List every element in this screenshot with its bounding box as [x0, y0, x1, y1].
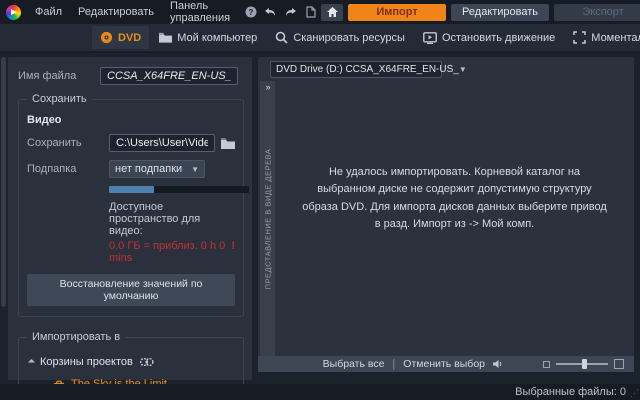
tab-my-computer[interactable]: Мой компьютер	[151, 27, 265, 49]
save-path-input[interactable]	[109, 134, 215, 152]
save-group-title: Сохранить	[27, 93, 92, 105]
expand-strip-icon[interactable]: »	[265, 83, 269, 92]
import-error-message: Не удалось импортировать. Корневой катал…	[299, 164, 610, 232]
redo-icon[interactable]	[284, 6, 297, 19]
selected-files-count: Выбранные файлы: 0	[515, 386, 626, 398]
disk-space-fill	[109, 186, 154, 193]
space-available-value: 0.0 ГБ = приблиз. 0 h 0 mins	[109, 240, 231, 264]
save-path-label: Сохранить	[27, 137, 103, 149]
tree-view-strip[interactable]: » ПРЕДСТАВЛЕНИЕ В ВИДЕ ДЕРЕВА	[260, 81, 275, 356]
mode-tab-export[interactable]: Экспорт	[554, 4, 640, 21]
mode-tab-import[interactable]: Импорт	[348, 4, 446, 21]
tab-stop-motion[interactable]: Остановить движение	[415, 27, 563, 49]
zoom-out-icon[interactable]	[543, 361, 550, 368]
thumbnail-zoom-slider[interactable]	[556, 363, 608, 365]
folder-icon	[159, 32, 172, 43]
filename-input[interactable]	[100, 67, 238, 85]
tab-scan-assets[interactable]: Сканировать ресурсы	[267, 26, 413, 49]
drive-select[interactable]: DVD Drive (D:) CCSA_X64FRE_EN-US_ ▼	[270, 61, 442, 78]
home-icon	[327, 7, 338, 17]
deselect-link[interactable]: Отменить выбор	[403, 358, 485, 370]
stop-motion-icon	[423, 32, 437, 44]
tab-dvd[interactable]: DVD	[92, 26, 149, 49]
resize-grip[interactable]: ⋰	[630, 388, 639, 399]
video-heading: Видео	[27, 114, 235, 126]
tree-view-label: ПРЕДСТАВЛЕНИЕ В ВИДЕ ДЕРЕВА	[263, 148, 272, 289]
help-icon[interactable]: ?	[244, 6, 257, 19]
tab-snapshot[interactable]: Моментальный снимок	[565, 26, 640, 49]
zoom-in-icon[interactable]	[614, 359, 624, 369]
space-available-label: Доступное пространство для видео:	[109, 201, 235, 237]
toolbar-separator: |	[392, 358, 395, 370]
zoom-slider-thumb[interactable]	[582, 359, 587, 369]
search-icon	[275, 31, 288, 44]
subfolder-select[interactable]: нет подпапки ▼	[109, 160, 205, 178]
svg-text:?: ?	[248, 8, 253, 17]
document-icon[interactable]	[304, 6, 317, 19]
speaker-icon[interactable]	[493, 359, 505, 369]
menu-edit[interactable]: Редактировать	[72, 3, 160, 21]
select-all-link[interactable]: Выбрать все	[323, 358, 385, 370]
browser-toolbar: Выбрать все | Отменить выбор	[258, 356, 634, 372]
dvd-disc-icon	[100, 31, 113, 44]
capture-tab-bar: DVD Мой компьютер Сканировать ресурсы Ос…	[0, 24, 640, 52]
status-bar: Выбранные файлы: 0 ⋰	[0, 384, 640, 400]
filename-label: Имя файла	[18, 70, 94, 82]
app-logo-icon	[6, 5, 21, 20]
main-area: Имя файла Сохранить Видео Сохранить Подп…	[0, 53, 640, 384]
disk-space-bar	[109, 186, 249, 193]
warning-mark: !	[231, 240, 235, 264]
import-settings-panel: Имя файла Сохранить Видео Сохранить Подп…	[8, 57, 252, 380]
media-browser-panel: DVD Drive (D:) CCSA_X64FRE_EN-US_ ▼ » ПР…	[258, 57, 634, 372]
save-group: Сохранить Видео Сохранить Подпапка нет п…	[18, 99, 244, 317]
chevron-down-icon: ▼	[191, 165, 199, 174]
snapshot-frame-icon	[573, 31, 586, 44]
chevron-down-icon: ▼	[459, 65, 467, 74]
subfolder-label: Подпапка	[27, 163, 103, 175]
undo-icon[interactable]	[264, 6, 277, 19]
expand-triangle-icon[interactable]	[28, 358, 35, 365]
menu-file[interactable]: Файл	[29, 3, 68, 21]
project-bins-label: Корзины проектов	[40, 356, 133, 368]
title-bar: Файл Редактировать Панель управления ? И…	[0, 0, 640, 24]
mode-tab-edit[interactable]: Редактировать	[451, 4, 549, 21]
message-area: Не удалось импортировать. Корневой катал…	[275, 81, 634, 356]
project-bins-row[interactable]: Корзины проектов	[29, 356, 235, 368]
restore-defaults-button[interactable]: Восстановление значений по умолчанию	[27, 274, 235, 306]
menu-control-panel[interactable]: Панель управления	[164, 0, 236, 27]
browse-folder-icon[interactable]	[221, 138, 235, 149]
bins-settings-icon[interactable]	[139, 356, 154, 368]
home-button[interactable]	[321, 4, 343, 21]
left-scrollbar[interactable]	[1, 57, 6, 307]
import-to-title: Импортировать в	[27, 331, 125, 343]
